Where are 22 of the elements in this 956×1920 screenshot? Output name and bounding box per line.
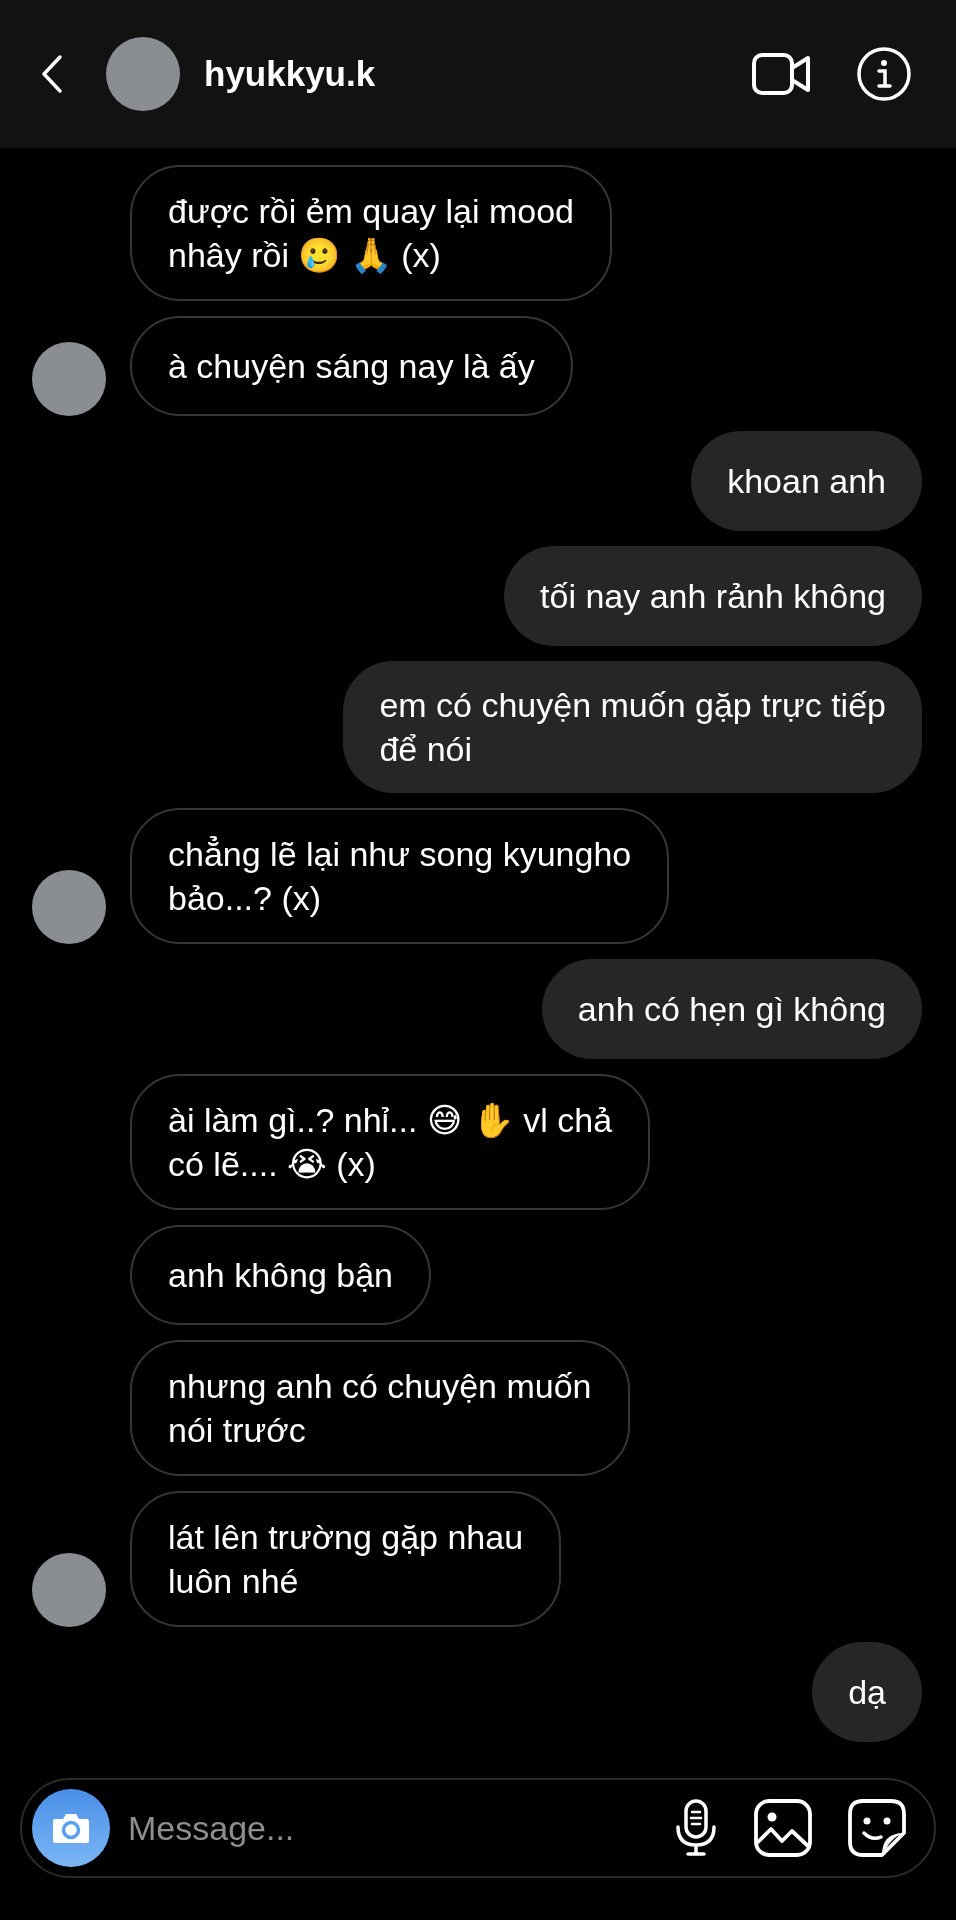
message-bubble[interactable]: được rồi ẻm quay lại mood nhây rồi 🥲 🙏 (x) — [130, 165, 612, 301]
username[interactable]: hyukkyu.k — [204, 54, 376, 94]
message-bubble[interactable]: à chuyện sáng nay là ấy — [130, 316, 573, 416]
image-icon[interactable] — [754, 1799, 812, 1857]
video-call-icon[interactable] — [752, 51, 812, 97]
info-icon[interactable] — [856, 46, 912, 102]
camera-icon — [51, 1811, 91, 1845]
message-input[interactable]: Message... — [126, 1807, 638, 1849]
message-bubble[interactable]: nhưng anh có chuyện muốn nói trước — [130, 1340, 630, 1476]
message-bubble[interactable]: ài làm gì..? nhỉ... 😅 ✋ vl chả có lẽ.... 😭 (x) — [130, 1074, 651, 1210]
message-bubble[interactable]: khoan anh — [691, 431, 922, 531]
camera-button[interactable] — [32, 1789, 110, 1867]
message-bubble[interactable]: anh có hẹn gì không — [541, 959, 922, 1059]
message-bubble[interactable]: dạ — [812, 1642, 922, 1742]
microphone-icon[interactable] — [674, 1799, 718, 1857]
message-bubble[interactable]: em có chuyện muốn gặp trực tiếp để nói — [343, 661, 922, 793]
message-bubble[interactable]: lát lên trường gặp nhau luôn nhé — [130, 1491, 562, 1627]
sticker-icon[interactable] — [848, 1799, 906, 1857]
message-bubble[interactable]: tối nay anh rảnh không — [504, 546, 922, 646]
back-icon[interactable] — [40, 54, 64, 94]
message-bubble[interactable]: chẳng lẽ lại như song kyungho bảo...? (x) — [130, 808, 670, 944]
message-bubble[interactable]: anh không bận — [130, 1225, 431, 1325]
